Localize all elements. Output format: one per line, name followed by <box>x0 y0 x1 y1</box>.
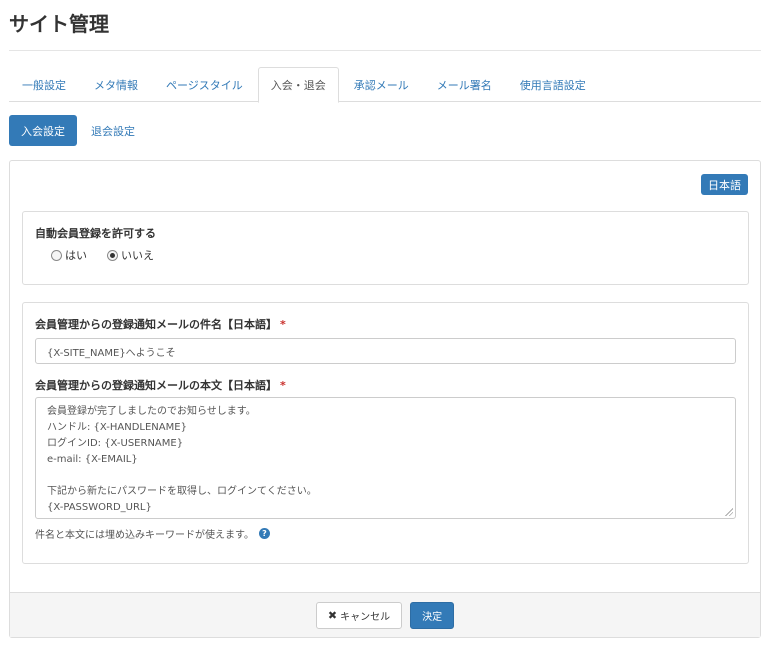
pill-leave-settings[interactable]: 退会設定 <box>79 115 147 146</box>
body-line: ハンドル: {X-HANDLENAME} <box>47 422 187 433</box>
tab-approval-mail[interactable]: 承認メール <box>341 67 422 102</box>
keyword-help: 件名と本文には埋め込みキーワードが使えます。 ? <box>35 526 270 541</box>
sub-tabs: 入会設定 退会設定 <box>9 115 149 146</box>
tab-membership[interactable]: 入会・退会 <box>257 67 339 103</box>
help-text: 件名と本文には埋め込みキーワードが使えます。 <box>35 530 254 541</box>
cancel-button[interactable]: ✖ キャンセル <box>315 601 403 629</box>
body-line: e-mail: {X-EMAIL} <box>47 454 138 465</box>
body-line: ログインID: {X-USERNAME} <box>47 438 184 449</box>
subject-input[interactable]: {X-SITE_NAME}へようこそ <box>35 338 736 364</box>
title-divider <box>9 50 761 51</box>
tab-language[interactable]: 使用言語設定 <box>507 67 599 102</box>
body-line: 会員登録が完了しましたのでお知らせします。 <box>47 406 256 417</box>
close-icon: ✖ <box>327 608 338 622</box>
body-textarea[interactable]: 会員登録が完了しましたのでお知らせします。 ハンドル: {X-HANDLENAM… <box>35 397 736 519</box>
required-mark: * <box>280 318 286 331</box>
radio-option-no[interactable]: いいえ <box>107 247 154 263</box>
body-line: 下記から新たにパスワードを取得し、ログインてください。 <box>47 486 317 497</box>
body-label: 会員管理からの登録通知メールの本文【日本語】 * <box>35 377 286 393</box>
radio-no-label: いいえ <box>121 249 154 262</box>
tab-mail-signature[interactable]: メール署名 <box>424 67 505 102</box>
pill-join-settings[interactable]: 入会設定 <box>9 115 77 146</box>
required-mark: * <box>280 379 286 392</box>
tab-general[interactable]: 一般設定 <box>9 67 79 102</box>
radio-yes[interactable] <box>51 249 62 261</box>
submit-button[interactable]: 決定 <box>410 601 455 629</box>
settings-panel: 日本語 自動会員登録を許可する はい いいえ 会員管理からの登録通知メールの件名… <box>9 160 761 638</box>
radio-yes-label: はい <box>65 249 87 262</box>
body-line: {X-PASSWORD_URL} <box>47 502 152 513</box>
page-title: サイト管理 <box>9 12 109 36</box>
cancel-label: キャンセル <box>340 611 391 623</box>
radio-no[interactable] <box>107 249 118 261</box>
resize-handle-icon[interactable] <box>725 508 733 516</box>
auto-register-radios: はい いいえ <box>51 247 174 263</box>
auto-register-section: 自動会員登録を許可する はい いいえ <box>22 211 749 285</box>
language-badge[interactable]: 日本語 <box>701 174 748 195</box>
form-footer: ✖ キャンセル 決定 <box>10 592 760 637</box>
subject-label-text: 会員管理からの登録通知メールの件名【日本語】 <box>35 318 277 331</box>
tab-meta[interactable]: メタ情報 <box>81 67 151 102</box>
mail-section: 会員管理からの登録通知メールの件名【日本語】 * {X-SITE_NAME}へよう… <box>22 302 749 564</box>
question-circle-icon[interactable]: ? <box>259 528 270 539</box>
body-label-text: 会員管理からの登録通知メールの本文【日本語】 <box>35 379 277 392</box>
subject-label: 会員管理からの登録通知メールの件名【日本語】 * <box>35 316 286 332</box>
body-line <box>47 468 724 484</box>
radio-option-yes[interactable]: はい <box>51 247 87 263</box>
auto-register-label: 自動会員登録を許可する <box>35 227 156 240</box>
tab-page-style[interactable]: ページスタイル <box>153 67 256 102</box>
settings-tabs: 一般設定 メタ情報 ページスタイル 入会・退会 承認メール メール署名 使用言語… <box>9 67 761 103</box>
